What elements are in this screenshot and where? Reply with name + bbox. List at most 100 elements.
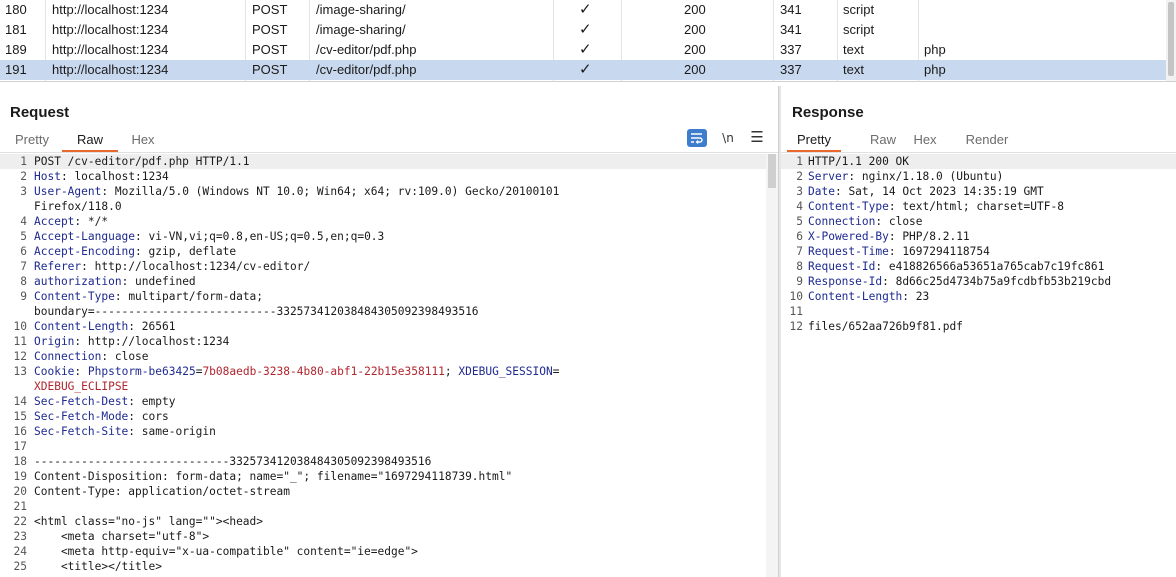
code-line: 23 <meta charset="utf-8"> (0, 529, 766, 544)
code-line: 11 Origin: http://localhost:1234 (0, 334, 766, 349)
line-content: Host: localhost:1234 (34, 169, 169, 184)
response-pane: Response Pretty Raw Hex Render 1 HTTP/1.1 20… (781, 86, 1176, 577)
row-url: /cv-editor/pdf.php (316, 62, 417, 77)
menu-icon[interactable]: ☰ (749, 129, 765, 147)
line-number: 19 (13, 470, 27, 483)
line-number: 17 (13, 440, 27, 453)
request-editor[interactable]: 1 POST /cv-editor/pdf.php HTTP/1.1 2 Host: … (0, 154, 766, 574)
wrap-lines-icon[interactable] (687, 129, 707, 147)
tab-raw[interactable]: Raw (858, 130, 908, 152)
line-text: Content-Disposition: form-data; name="_"… (34, 470, 513, 483)
row-mime-type: script (843, 22, 875, 37)
history-row[interactable]: 191 http://localhost:1234 POST/cv-editor/p… (0, 60, 1176, 80)
code-line: 11 (781, 304, 1176, 319)
code-line: 2 Server: nginx/1.18.0 (Ubuntu) (781, 169, 1176, 184)
code-line: 7 Referer: http://localhost:1234/cv-edito… (0, 259, 766, 274)
row-params-check: ✓ (579, 61, 592, 78)
code-line: 3 Date: Sat, 14 Oct 2023 14:35:19 GMT (781, 184, 1176, 199)
line-number: 11 (13, 335, 27, 348)
header-value: multipart/form-data; (128, 290, 264, 303)
row-status: 200 (684, 2, 706, 17)
history-row[interactable]: 181 http://localhost:1234 POST/image-shari… (0, 20, 1176, 40)
header-name: Response-Id (808, 275, 883, 288)
proxy-history-table: 180 http://localhost:1234 POST/image-shari… (0, 0, 1176, 81)
tab-raw[interactable]: Raw (62, 130, 118, 152)
history-scrollbar[interactable] (1166, 0, 1176, 81)
line-number: 7 (796, 245, 803, 258)
code-line: 1 HTTP/1.1 200 OK (781, 154, 1176, 169)
header-value: http://localhost:1234/cv-editor/ (94, 260, 311, 273)
code-line: 24 <meta http-equiv="x-ua-compatible" co… (0, 544, 766, 559)
line-content: Sec-Fetch-Site: same-origin (34, 424, 216, 439)
row-mime-type: text (843, 62, 864, 77)
line-content: Content-Length: 26561 (34, 319, 175, 334)
line-text: <meta http-equiv="x-ua-compatible" conte… (34, 545, 418, 558)
punctuation: : (834, 185, 849, 198)
row-number: 189 (5, 42, 27, 57)
scrollbar-thumb[interactable] (1168, 2, 1174, 76)
history-border (0, 81, 1176, 82)
header-value: PHP/8.2.11 (902, 230, 970, 243)
header-name: Cookie (34, 365, 75, 378)
code-line: 6 X-Powered-By: PHP/8.2.11 (781, 229, 1176, 244)
row-url: /image-sharing/ (316, 2, 406, 17)
header-name: Connection (808, 215, 876, 228)
punctuation: : (888, 230, 903, 243)
response-editor[interactable]: 1 HTTP/1.1 200 OK 2 Server: nginx/1.18.0 (U… (781, 154, 1176, 334)
show-newlines-icon[interactable]: \n (720, 129, 736, 147)
line-content: Server: nginx/1.18.0 (Ubuntu) (808, 169, 1003, 184)
line-number: 6 (796, 230, 803, 243)
tab-render[interactable]: Render (957, 130, 1017, 152)
line-text: HTTP/1.1 200 OK (808, 155, 910, 168)
cookie-value: 7b08aedb-3238-4b80-abf1-22b15e358111 (202, 365, 445, 378)
header-value: vi-VN,vi;q=0.8,en-US;q=0.5,en;q=0.3 (148, 230, 385, 243)
line-content: Content-Disposition: form-data; name="_"… (34, 469, 512, 484)
tab-pretty[interactable]: Pretty (787, 130, 841, 152)
history-row[interactable]: 189 http://localhost:1234 POST/cv-editor/p… (0, 40, 1176, 60)
line-text: <html class="no-js" lang=""><head> (34, 515, 264, 528)
row-extension: php (924, 62, 946, 77)
line-number: 8 (796, 260, 803, 273)
line-content: XDEBUG_ECLIPSE (34, 379, 128, 394)
tab-hex[interactable]: Hex (905, 130, 945, 152)
row-status: 200 (684, 22, 706, 37)
line-number: 20 (13, 485, 27, 498)
punctuation: ; (444, 365, 459, 378)
code-line: 25 <title></title> (0, 559, 766, 574)
row-length: 341 (780, 2, 802, 17)
header-name: Content-Type (34, 290, 115, 303)
header-value: nginx/1.18.0 (Ubuntu) (861, 170, 1004, 183)
header-name: Sec-Fetch-Mode (34, 410, 129, 423)
row-length: 341 (780, 22, 802, 37)
header-name: Accept-Language (34, 230, 136, 243)
header-value: 1697294118754 (902, 245, 990, 258)
tab-pretty[interactable]: Pretty (8, 130, 56, 152)
request-scrollbar[interactable] (766, 154, 778, 577)
line-number: 4 (796, 200, 803, 213)
header-value: 26561 (141, 320, 176, 333)
row-host: http://localhost:1234 (52, 42, 169, 57)
line-content: authorization: undefined (34, 274, 196, 289)
tab-hex[interactable]: Hex (121, 130, 165, 152)
punctuation: : (888, 245, 903, 258)
row-length: 337 (780, 62, 802, 77)
header-value: cors (141, 410, 169, 423)
code-line: 3 User-Agent: Mozilla/5.0 (Windows NT 10.… (0, 184, 766, 199)
header-name: User-Agent (34, 185, 102, 198)
header-name: Date (808, 185, 835, 198)
code-line: 16 Sec-Fetch-Site: same-origin (0, 424, 766, 439)
code-line: 8 authorization: undefined (0, 274, 766, 289)
line-number: 8 (20, 275, 27, 288)
header-value: localhost:1234 (74, 170, 169, 183)
code-line: 5 Accept-Language: vi-VN,vi;q=0.8,en-US;q… (0, 229, 766, 244)
line-number: 1 (20, 155, 27, 168)
header-name: Sec-Fetch-Dest (34, 395, 129, 408)
punctuation: : (882, 275, 896, 288)
response-title: Response (792, 104, 864, 121)
code-line: 10 Content-Length: 26561 (0, 319, 766, 334)
header-value: close (114, 350, 149, 363)
row-status: 200 (684, 62, 706, 77)
history-row[interactable]: 180 http://localhost:1234 POST/image-shari… (0, 0, 1176, 20)
scrollbar-thumb[interactable] (768, 154, 776, 188)
line-content: Firefox/118.0 (34, 199, 122, 214)
